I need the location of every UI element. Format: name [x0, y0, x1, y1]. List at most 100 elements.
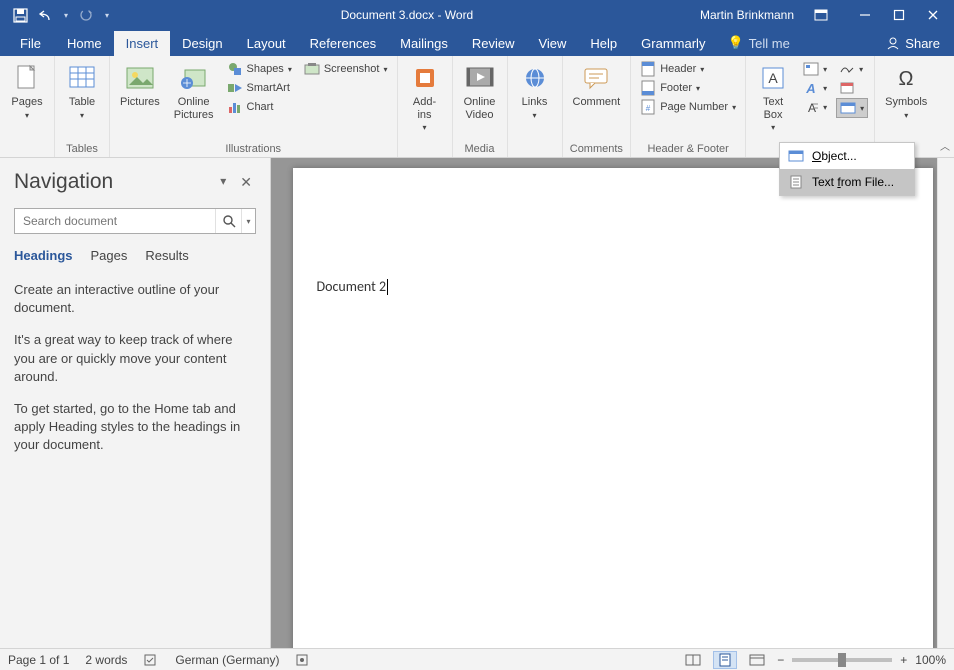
- close-button[interactable]: [916, 0, 950, 30]
- symbols-button[interactable]: Ω Symbols▾: [881, 60, 931, 122]
- comment-button[interactable]: Comment: [569, 60, 625, 111]
- document-page[interactable]: Document 2: [293, 168, 933, 648]
- object-menu-icon: [788, 148, 804, 164]
- svg-text:#: #: [646, 104, 651, 113]
- menu-text-from-file[interactable]: Text from File...: [780, 169, 914, 195]
- zoom-thumb[interactable]: [838, 653, 846, 667]
- group-label-comments: Comments: [569, 141, 625, 155]
- group-illustrations: Pictures Online Pictures Shapes▾ SmartAr…: [110, 56, 398, 157]
- maximize-button[interactable]: [882, 0, 916, 30]
- navigation-pane: Navigation ▾ ✕ ▾ Headings Pages Results …: [0, 158, 271, 648]
- document-text[interactable]: Document 2: [317, 278, 387, 295]
- window-title: Document 3.docx - Word: [114, 8, 700, 22]
- tab-references[interactable]: References: [298, 31, 388, 56]
- document-name: Document 3.docx: [341, 8, 434, 22]
- tab-insert[interactable]: Insert: [114, 31, 171, 56]
- addins-button[interactable]: Add- ins▾: [404, 60, 446, 134]
- tab-review[interactable]: Review: [460, 31, 527, 56]
- search-icon: [222, 214, 236, 228]
- ribbon-display-options[interactable]: [804, 0, 838, 30]
- signature-button[interactable]: ▾: [836, 60, 868, 78]
- group-links: Links▾: [508, 56, 563, 157]
- menu-object[interactable]: Object...: [780, 143, 914, 169]
- redo-button[interactable]: [74, 3, 98, 27]
- tell-me-search[interactable]: 💡 Tell me: [727, 35, 789, 51]
- nav-tab-headings[interactable]: Headings: [14, 248, 73, 263]
- nav-tabs: Headings Pages Results: [14, 248, 256, 263]
- search-input[interactable]: [15, 209, 215, 233]
- group-tables: Table▾ Tables: [55, 56, 110, 157]
- status-page[interactable]: Page 1 of 1: [8, 653, 69, 667]
- group-label-headerfooter: Header & Footer: [637, 141, 739, 155]
- tab-layout[interactable]: Layout: [235, 31, 298, 56]
- status-language[interactable]: German (Germany): [175, 653, 279, 667]
- dropcap-button[interactable]: A▾: [800, 98, 830, 116]
- header-button[interactable]: Header▾: [637, 60, 739, 78]
- tab-grammarly[interactable]: Grammarly: [629, 31, 717, 56]
- view-read-mode[interactable]: [681, 651, 705, 669]
- view-print-layout[interactable]: [713, 651, 737, 669]
- nav-options-button[interactable]: ▾: [216, 174, 230, 191]
- nav-search: ▾: [14, 208, 256, 234]
- undo-button[interactable]: [34, 3, 58, 27]
- qat-customize[interactable]: ▾: [100, 3, 114, 27]
- zoom-level[interactable]: 100%: [915, 653, 946, 667]
- view-web-layout[interactable]: [745, 651, 769, 669]
- quickparts-button[interactable]: ▾: [800, 60, 830, 78]
- pictures-button[interactable]: Pictures: [116, 60, 164, 111]
- titlebar: ▾ ▾ Document 3.docx - Word Martin Brinkm…: [0, 0, 954, 30]
- user-name[interactable]: Martin Brinkmann: [700, 8, 794, 22]
- object-button[interactable]: ▾: [836, 98, 868, 118]
- links-button[interactable]: Links▾: [514, 60, 556, 122]
- online-video-button[interactable]: Online Video: [459, 60, 501, 123]
- spellcheck-icon[interactable]: [143, 653, 159, 667]
- svg-text:Ω: Ω: [899, 68, 914, 90]
- save-button[interactable]: [8, 3, 32, 27]
- video-icon: [464, 62, 496, 94]
- footer-button[interactable]: Footer▾: [637, 79, 739, 97]
- pagenum-icon: #: [640, 99, 656, 115]
- quick-access-toolbar: ▾ ▾: [0, 3, 114, 27]
- search-dropdown[interactable]: ▾: [241, 209, 255, 233]
- table-button[interactable]: Table▾: [61, 60, 103, 122]
- vertical-scrollbar[interactable]: [937, 158, 954, 648]
- pages-button[interactable]: Pages▾: [6, 60, 48, 122]
- textbox-button[interactable]: A Text Box▾: [752, 60, 794, 134]
- tab-home[interactable]: Home: [55, 31, 114, 56]
- tab-file[interactable]: File: [6, 31, 55, 56]
- screenshot-button[interactable]: Screenshot▾: [301, 60, 391, 78]
- macro-icon[interactable]: [295, 653, 309, 667]
- tab-mailings[interactable]: Mailings: [388, 31, 460, 56]
- zoom-out[interactable]: −: [777, 653, 784, 667]
- tab-view[interactable]: View: [526, 31, 578, 56]
- nav-tab-pages[interactable]: Pages: [91, 248, 128, 263]
- tab-design[interactable]: Design: [170, 31, 234, 56]
- nav-tab-results[interactable]: Results: [145, 248, 188, 263]
- zoom-slider[interactable]: [792, 658, 892, 662]
- online-pictures-button[interactable]: Online Pictures: [170, 60, 218, 123]
- shapes-button[interactable]: Shapes▾: [224, 60, 295, 78]
- share-button[interactable]: Share: [886, 36, 954, 51]
- table-icon: [66, 62, 98, 94]
- body-area: Navigation ▾ ✕ ▾ Headings Pages Results …: [0, 158, 954, 648]
- wordart-button[interactable]: A▾: [800, 79, 830, 97]
- status-words[interactable]: 2 words: [85, 653, 127, 667]
- smartart-button[interactable]: SmartArt: [224, 79, 295, 97]
- titlebar-right: Martin Brinkmann: [700, 0, 954, 30]
- page-number-button[interactable]: #Page Number▾: [637, 98, 739, 116]
- chart-button[interactable]: Chart: [224, 98, 295, 116]
- undo-dropdown[interactable]: ▾: [60, 3, 72, 27]
- omega-icon: Ω: [890, 62, 922, 94]
- smartart-icon: [227, 80, 243, 96]
- statusbar: Page 1 of 1 2 words German (Germany) − +…: [0, 648, 954, 670]
- text-cursor: [387, 279, 388, 295]
- minimize-button[interactable]: [848, 0, 882, 30]
- datetime-button[interactable]: [836, 79, 868, 97]
- zoom-in[interactable]: +: [900, 653, 907, 667]
- nav-close-button[interactable]: ✕: [236, 174, 256, 191]
- search-button[interactable]: [215, 209, 241, 233]
- pages-icon: [11, 62, 43, 94]
- collapse-ribbon-button[interactable]: ︿: [940, 138, 950, 153]
- group-comments: Comment Comments: [563, 56, 632, 157]
- tab-help[interactable]: Help: [578, 31, 629, 56]
